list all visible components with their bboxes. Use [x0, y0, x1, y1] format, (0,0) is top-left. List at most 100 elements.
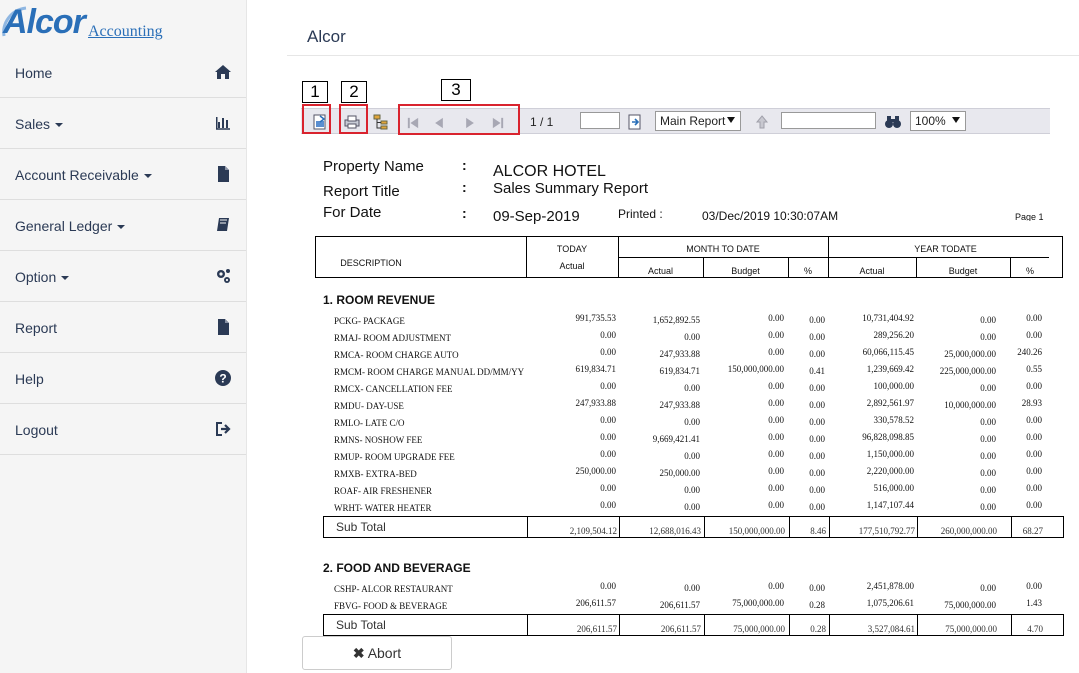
row-value: 0.00	[1026, 313, 1042, 323]
row-value: 0.00	[684, 451, 700, 461]
row-value: 0.00	[684, 583, 700, 593]
subtotal-value: 75,000,000.00	[945, 624, 997, 634]
row-value: 0.00	[1026, 581, 1042, 591]
row-value: 2,892,561.97	[866, 398, 914, 408]
row-value: 150,000,000.00	[727, 364, 784, 374]
report-title-value: Sales Summary Report	[493, 180, 649, 197]
col-today-actual: Actual	[559, 261, 585, 271]
title-divider	[287, 55, 1079, 56]
row-value: 0.00	[600, 415, 616, 425]
row-value: 225,000,000.00	[939, 366, 996, 376]
row-value: 0.00	[980, 332, 996, 342]
table-row: CSHP- ALCOR RESTAURANT 0.00 0.00 0.00 0.00 2,…	[334, 581, 1046, 599]
drill-up-icon[interactable]	[753, 113, 771, 131]
row-value: 0.00	[600, 500, 616, 510]
row-value: 75,000,000.00	[732, 598, 784, 608]
sidebar-item-report[interactable]: Report	[0, 303, 246, 353]
report-select[interactable]: Main Report	[655, 111, 741, 131]
row-value: 0.00	[1026, 432, 1042, 442]
sidebar-item-account-receivable[interactable]: Account Receivable	[0, 150, 246, 200]
row-value: 240.26	[1017, 347, 1042, 357]
callout-2: 2	[341, 81, 367, 103]
section-title: 2. FOOD AND BEVERAGE	[323, 561, 471, 575]
row-value: 0.55	[1026, 364, 1042, 374]
row-value: 0.00	[1026, 466, 1042, 476]
row-description: RMLO- LATE C/O	[334, 418, 405, 428]
sidebar-item-help[interactable]: Help?	[0, 354, 246, 404]
file-icon	[218, 319, 229, 335]
for-date-label: For Date	[323, 204, 382, 221]
abort-button[interactable]: ✖ Abort	[302, 636, 452, 670]
subtotal-value: 0.28	[810, 624, 826, 634]
goto-page-input[interactable]	[580, 112, 620, 129]
subtotal-value: 206,611.57	[576, 624, 617, 634]
chevron-down-icon	[952, 117, 960, 123]
row-value: 0.00	[600, 432, 616, 442]
sidebar-item-general-ledger[interactable]: General Ledger	[0, 201, 246, 251]
row-value: 0.00	[980, 315, 996, 325]
zoom-select[interactable]: 100%	[910, 111, 966, 131]
row-value: 247,933.88	[575, 398, 617, 408]
row-value: 0.00	[1026, 381, 1042, 391]
sidebar: Alcor Accounting Home Sales Account Receiv…	[0, 0, 247, 673]
row-value: 0.00	[809, 434, 825, 444]
page-number: Page 1	[1015, 212, 1044, 221]
row-value: 0.00	[809, 451, 825, 461]
row-value: 0.00	[980, 468, 996, 478]
printed-label: Printed :	[618, 207, 663, 221]
row-value: 250,000.00	[659, 468, 701, 478]
subtotal-label: Sub Total	[336, 520, 386, 534]
row-description: CSHP- ALCOR RESTAURANT	[334, 584, 453, 594]
col-ytd: YEAR TODATE	[914, 244, 977, 254]
row-value: 247,933.88	[659, 400, 701, 410]
row-value: 0.00	[684, 383, 700, 393]
row-value: 1,147,107.44	[866, 500, 914, 510]
row-value: 0.28	[809, 600, 825, 610]
group-tree-icon[interactable]	[372, 113, 390, 131]
row-value: 330,578.52	[873, 415, 915, 425]
subtotal-value: 12,688,016.43	[649, 526, 701, 536]
gears-icon	[217, 269, 230, 283]
row-value: 0.00	[768, 330, 784, 340]
row-value: 0.00	[980, 383, 996, 393]
goto-page-icon[interactable]	[626, 113, 644, 131]
sidebar-item-label: General Ledger	[15, 218, 126, 234]
row-value: 75,000,000.00	[944, 600, 996, 610]
sidebar-item-sales[interactable]: Sales	[0, 99, 246, 149]
row-value: 28.93	[1021, 398, 1042, 408]
row-value: 0.00	[809, 583, 825, 593]
row-value: 0.00	[768, 381, 784, 391]
row-value: 1,150,000.00	[866, 449, 914, 459]
binoculars-icon[interactable]	[884, 113, 902, 131]
sidebar-item-logout[interactable]: Logout	[0, 405, 246, 455]
row-value: 516,000.00	[873, 483, 915, 493]
col-ytd-budget: Budget	[948, 266, 978, 276]
logo-subtitle: Accounting	[88, 23, 163, 40]
logo[interactable]: Alcor Accounting	[0, 0, 246, 48]
subtotal-row: Sub Total 206,611.57 206,611.57 75,000,000.…	[323, 614, 1064, 636]
col-mtd-pct: %	[803, 266, 812, 276]
sidebar-item-option[interactable]: Option	[0, 252, 246, 302]
row-value: 247,933.88	[659, 349, 701, 359]
table-row: RMUP- ROOM UPGRADE FEE 0.00 0.00 0.00 0.00 1,…	[334, 449, 1046, 467]
row-value: 0.00	[809, 417, 825, 427]
highlight-page-navigation	[398, 104, 520, 135]
col-ytd-pct: %	[1025, 266, 1034, 276]
times-icon: ✖	[352, 645, 365, 661]
row-value: 0.00	[768, 449, 784, 459]
highlight-export	[302, 104, 331, 134]
col-mtd-actual: Actual	[647, 266, 673, 276]
search-text-input[interactable]	[781, 112, 876, 129]
colon: :	[462, 157, 467, 173]
subtotal-value: 75,000,000.00	[733, 624, 785, 634]
chevron-down-icon	[55, 123, 64, 128]
row-value: 619,834.71	[659, 366, 701, 376]
row-description: RMDU- DAY-USE	[334, 401, 404, 411]
table-row: RMXB- EXTRA-BED 250,000.00 250,000.00 0.00 0…	[334, 466, 1046, 484]
row-value: 0.00	[768, 483, 784, 493]
subtotal-value: 177,510,792.77	[858, 526, 915, 536]
row-value: 0.00	[809, 485, 825, 495]
row-value: 0.00	[809, 502, 825, 512]
row-description: RMCA- ROOM CHARGE AUTO	[334, 350, 459, 360]
sidebar-item-home[interactable]: Home	[0, 48, 246, 98]
